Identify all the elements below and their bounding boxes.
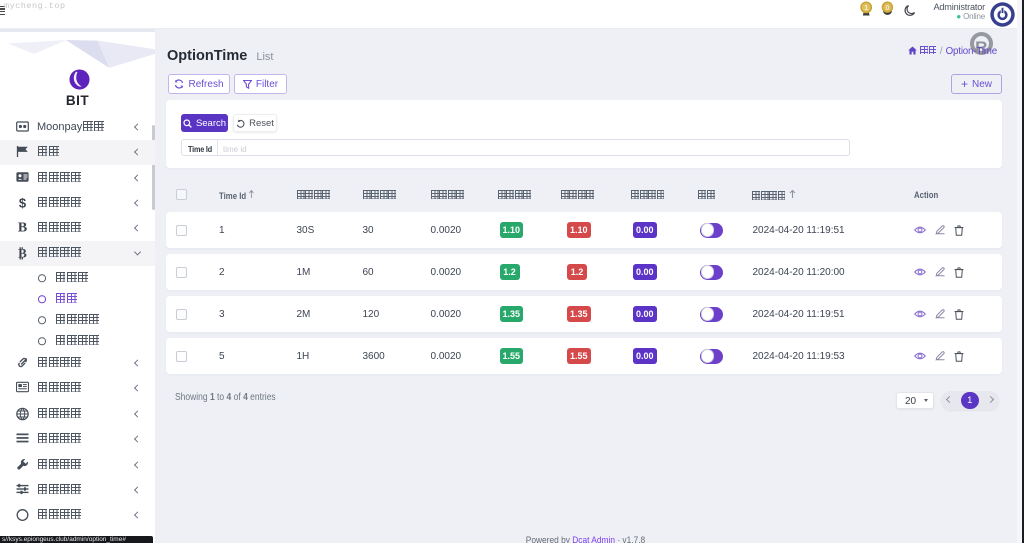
svg-text:1: 1 xyxy=(864,5,868,12)
svg-text:0: 0 xyxy=(885,5,889,12)
